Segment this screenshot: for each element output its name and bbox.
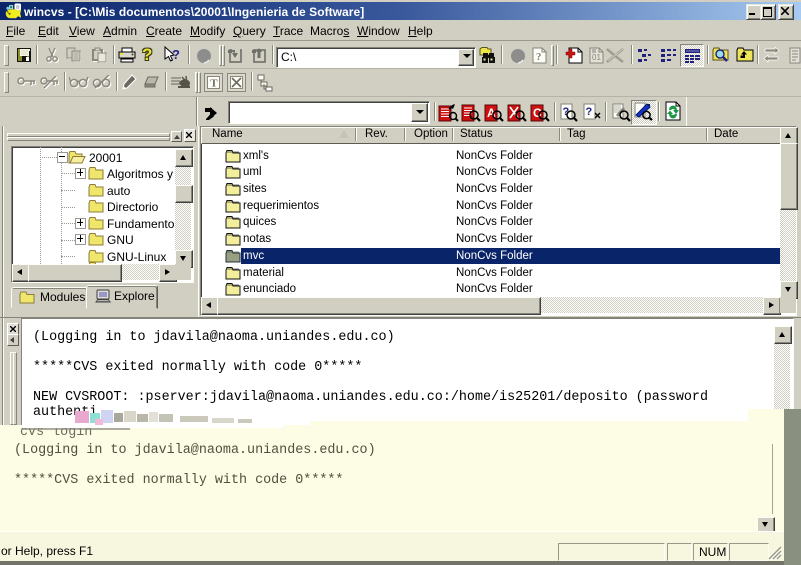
svg-text:?: ?: [536, 51, 542, 63]
svg-text:01: 01: [592, 53, 601, 62]
svg-text:?: ?: [172, 47, 180, 62]
svg-text:?: ?: [586, 106, 593, 118]
svg-text:T: T: [210, 78, 218, 90]
